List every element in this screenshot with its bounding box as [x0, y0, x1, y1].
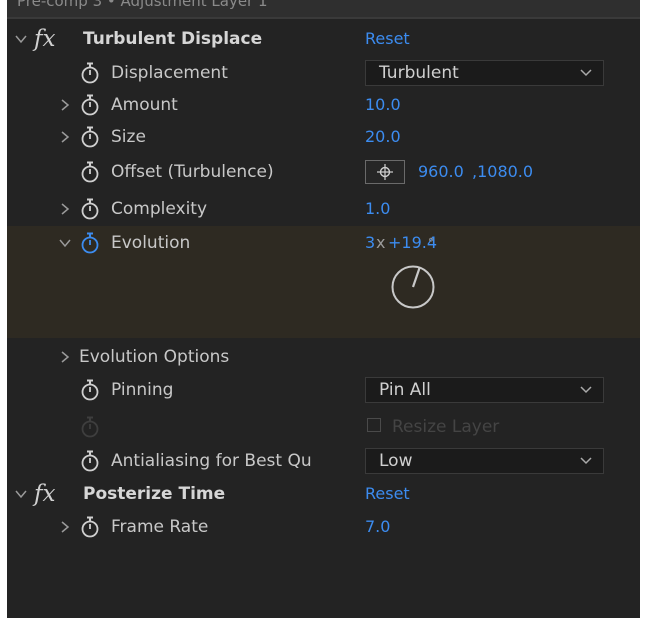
property-row-antialiasing: Antialiasing for Best Qu Low	[7, 444, 640, 478]
property-row-pinning: Pinning Pin All	[7, 373, 640, 407]
property-row-evolution-options[interactable]: Evolution Options	[7, 340, 640, 374]
property-row-offset: Offset (Turbulence) 960.0 ,1080.0	[7, 155, 640, 189]
dropdown-value: Pin All	[379, 380, 431, 400]
dropdown-value: Turbulent	[379, 63, 459, 83]
property-row-resize-layer: Resize Layer	[7, 410, 640, 444]
property-row-amount: Amount 10.0	[7, 88, 640, 122]
chevron-right-icon[interactable]	[59, 203, 71, 215]
property-row-size: Size 20.0	[7, 120, 640, 154]
effect-controls-panel: Pre-comp 3 • Adjustment Layer 1 fx Turbu…	[7, 0, 640, 618]
crosshair-icon	[377, 164, 393, 180]
amount-value[interactable]: 10.0	[365, 88, 401, 122]
group-label: Evolution Options	[79, 347, 230, 367]
fx-icon[interactable]: fx	[34, 23, 55, 55]
effect-row-turbulent-displace[interactable]: fx Turbulent Displace Reset	[7, 22, 640, 56]
antialiasing-dropdown[interactable]: Low	[365, 448, 604, 474]
chevron-right-icon[interactable]	[59, 521, 71, 533]
property-label: Frame Rate	[111, 517, 209, 537]
property-label: Size	[111, 127, 146, 147]
property-label: Amount	[111, 95, 178, 115]
header-divider	[7, 17, 640, 19]
stopwatch-icon[interactable]	[80, 94, 100, 116]
property-label: Antialiasing for Best Qu	[111, 451, 312, 471]
pinning-dropdown[interactable]: Pin All	[365, 377, 604, 403]
chevron-down-icon[interactable]	[15, 33, 27, 45]
property-label: Evolution	[111, 233, 191, 253]
effect-row-posterize-time[interactable]: fx Posterize Time Reset	[7, 477, 640, 511]
property-row-frame-rate: Frame Rate 7.0	[7, 510, 640, 544]
property-row-displacement: Displacement Turbulent	[7, 56, 640, 90]
chevron-down-icon	[580, 386, 592, 394]
complexity-value[interactable]: 1.0	[365, 192, 390, 226]
fx-icon[interactable]: fx	[34, 478, 55, 510]
offset-x-value[interactable]: 960.0	[418, 155, 464, 189]
resize-layer-checkbox	[367, 418, 381, 432]
effect-name: Posterize Time	[83, 484, 226, 504]
evolution-angle-dial[interactable]	[390, 264, 436, 310]
evolution-times-sign: x	[376, 233, 386, 252]
property-label: Complexity	[111, 199, 208, 219]
frame-rate-value[interactable]: 7.0	[365, 510, 390, 544]
chevron-right-icon[interactable]	[59, 99, 71, 111]
offset-y-value[interactable]: ,1080.0	[472, 155, 533, 189]
checkbox-label: Resize Layer	[392, 417, 500, 437]
chevron-down-icon[interactable]	[15, 488, 27, 500]
degree-symbol: °	[428, 236, 434, 250]
panel-header: Pre-comp 3 • Adjustment Layer 1	[7, 0, 640, 17]
displacement-dropdown[interactable]: Turbulent	[365, 60, 604, 86]
property-label: Displacement	[111, 63, 228, 83]
reset-button[interactable]: Reset	[365, 22, 410, 56]
chevron-right-icon[interactable]	[59, 131, 71, 143]
stopwatch-icon[interactable]	[80, 516, 100, 538]
property-label: Offset (Turbulence)	[111, 162, 274, 182]
reset-button[interactable]: Reset	[365, 477, 410, 511]
evolution-revolutions[interactable]: 3	[365, 226, 375, 260]
stopwatch-icon[interactable]	[80, 126, 100, 148]
stopwatch-icon[interactable]	[80, 198, 100, 220]
chevron-down-icon[interactable]	[59, 237, 71, 249]
stopwatch-icon[interactable]	[80, 379, 100, 401]
stopwatch-disabled-icon	[81, 416, 99, 438]
property-label: Pinning	[111, 380, 174, 400]
chevron-right-icon[interactable]	[59, 351, 71, 363]
stopwatch-icon[interactable]	[80, 450, 100, 472]
stopwatch-icon[interactable]	[80, 161, 100, 183]
dropdown-value: Low	[379, 451, 413, 471]
property-row-evolution: Evolution 3 x +19.4 °	[7, 226, 640, 260]
panel-title: Pre-comp 3 • Adjustment Layer 1	[17, 0, 268, 10]
property-row-complexity: Complexity 1.0	[7, 192, 640, 226]
size-value[interactable]: 20.0	[365, 120, 401, 154]
chevron-down-icon	[580, 69, 592, 77]
stopwatch-icon[interactable]	[80, 62, 100, 84]
offset-point-button[interactable]	[365, 160, 405, 184]
effect-name: Turbulent Displace	[83, 29, 263, 49]
chevron-down-icon	[580, 457, 592, 465]
stopwatch-active-icon[interactable]	[80, 232, 100, 254]
